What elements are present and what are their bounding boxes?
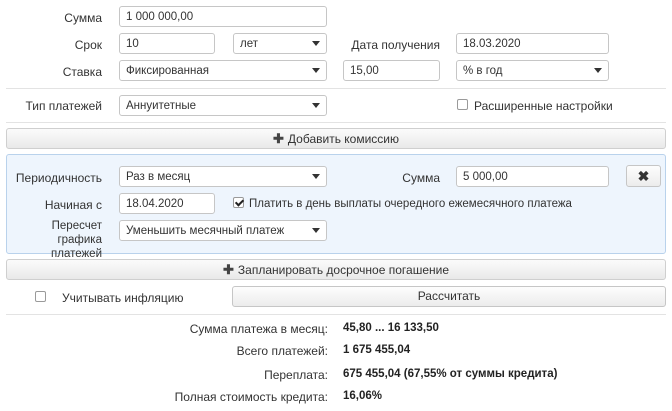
inflation-label[interactable]: Учитывать инфляцию (62, 291, 183, 305)
chevron-down-icon (312, 68, 320, 73)
term-unit-select[interactable]: лет (233, 33, 327, 54)
full-cost-value: 16,06% (343, 390, 383, 402)
term-input[interactable]: 10 (119, 33, 215, 54)
advanced-settings-label[interactable]: Расширенные настройки (474, 99, 613, 113)
monthly-payment-value: 45,80 ... 16 133,50 (343, 322, 439, 334)
monthly-payment-label: Сумма платежа в месяц: (189, 322, 328, 336)
receive-date-label: Дата получения (351, 38, 440, 52)
close-icon: ✖ (637, 168, 650, 184)
periodicity-value: Раз в месяц (126, 171, 191, 183)
term-unit-value: лет (240, 38, 258, 50)
rate-type-value: Фиксированная (126, 65, 209, 77)
chevron-down-icon (312, 41, 320, 46)
periodicity-select[interactable]: Раз в месяц (119, 166, 327, 187)
chevron-down-icon (312, 174, 320, 179)
early-sum-input[interactable]: 5 000,00 (456, 166, 609, 187)
total-payments-value: 1 675 455,04 (343, 344, 411, 356)
inflation-checkbox[interactable] (35, 291, 46, 302)
plus-icon: ✚ (223, 262, 234, 277)
chevron-down-icon (312, 228, 320, 233)
pay-on-day-checkbox[interactable] (233, 197, 244, 208)
recalc-select[interactable]: Уменьшить месячный платеж (119, 220, 327, 241)
receive-date-input[interactable]: 18.03.2020 (456, 33, 609, 54)
payment-type-value: Аннуитетные (126, 100, 196, 112)
sum-label: Сумма (64, 11, 102, 25)
overpayment-value: 675 455,04 (67,55% от суммы кредита) (343, 368, 558, 380)
recalc-label: Пересчет графика платежей (6, 219, 102, 261)
payment-type-select[interactable]: Аннуитетные (119, 95, 327, 116)
overpayment-label: Переплата: (264, 368, 328, 382)
rate-unit-select[interactable]: % в год (456, 60, 609, 81)
full-cost-label: Полная стоимость кредита: (174, 390, 328, 404)
advanced-settings-checkbox[interactable] (457, 99, 468, 110)
rate-unit-value: % в год (463, 65, 503, 77)
plus-icon: ✚ (273, 131, 284, 146)
add-commission-button[interactable]: ✚ Добавить комиссию (6, 128, 666, 149)
plan-early-repayment-button[interactable]: ✚ Запланировать досрочное погашение (6, 259, 666, 280)
divider (6, 314, 666, 315)
chevron-down-icon (312, 103, 320, 108)
payment-type-label: Тип платежей (25, 99, 102, 113)
remove-early-repayment-button[interactable]: ✖ (626, 165, 661, 187)
pay-on-day-label[interactable]: Платить в день выплаты очередного ежемес… (249, 197, 572, 211)
chevron-down-icon (594, 68, 602, 73)
sum-input[interactable]: 1 000 000,00 (119, 6, 327, 27)
plan-early-repayment-label: Запланировать досрочное погашение (237, 263, 449, 277)
rate-type-select[interactable]: Фиксированная (119, 60, 327, 81)
start-date-input[interactable]: 18.04.2020 (119, 193, 215, 214)
calculate-button[interactable]: Рассчитать (232, 286, 666, 307)
rate-label: Ставка (62, 65, 102, 79)
start-date-label: Начиная с (44, 198, 102, 212)
periodicity-label: Периодичность (15, 171, 102, 185)
recalc-value: Уменьшить месячный платеж (126, 225, 285, 237)
early-sum-label: Сумма (402, 171, 440, 185)
recalc-label-line1: Пересчет графика (51, 220, 102, 246)
divider (6, 122, 666, 123)
divider (6, 88, 666, 89)
term-label: Срок (74, 38, 102, 52)
total-payments-label: Всего платежей: (236, 344, 328, 358)
add-commission-label: Добавить комиссию (287, 132, 399, 146)
rate-input[interactable]: 15,00 (343, 60, 440, 81)
